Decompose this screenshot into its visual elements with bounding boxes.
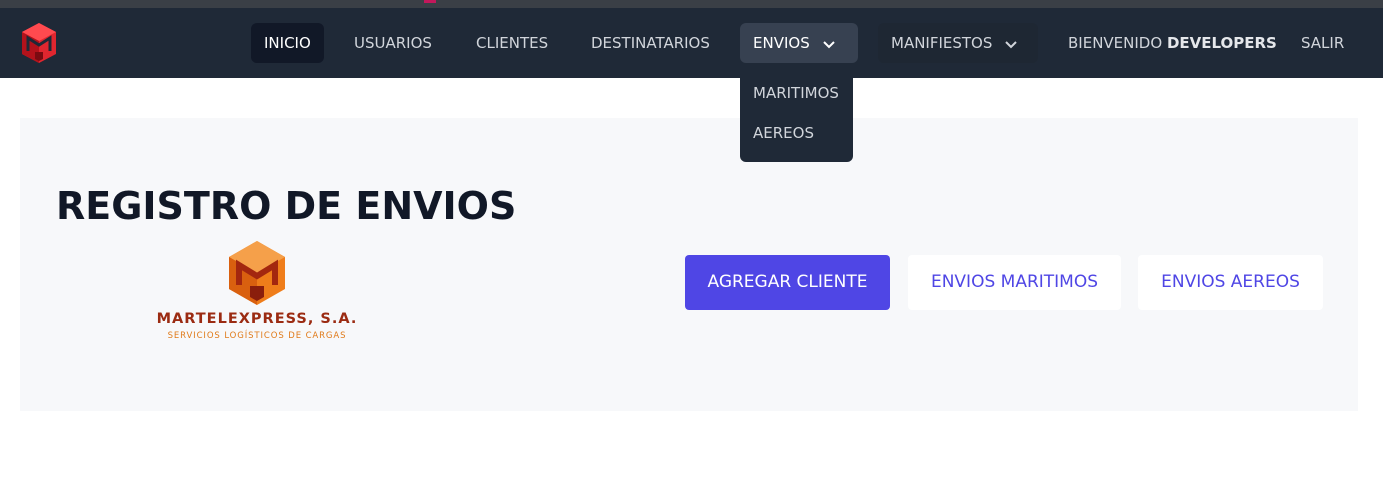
martel-brand-mark-icon	[228, 240, 286, 306]
martel-logo-icon[interactable]	[20, 21, 58, 65]
logout-link[interactable]: SALIR	[1288, 23, 1357, 63]
dropdown-item-aereos[interactable]: AEREOS	[753, 121, 814, 145]
browser-top-strip	[0, 0, 1383, 8]
add-client-button[interactable]: AGREGAR CLIENTE	[685, 255, 890, 310]
nav-envios[interactable]: ENVIOS	[740, 23, 858, 63]
welcome-user: DEVELOPERS	[1166, 34, 1277, 52]
nav-destinatarios[interactable]: DESTINATARIOS	[578, 23, 723, 63]
nav-envios-label: ENVIOS	[753, 34, 810, 52]
page-title: REGISTRO DE ENVIOS	[56, 184, 517, 228]
dropdown-item-maritimos[interactable]: MARITIMOS	[753, 81, 839, 105]
nav-usuarios[interactable]: USUARIOS	[341, 23, 445, 63]
air-shipments-button[interactable]: ENVIOS AEREOS	[1138, 255, 1323, 310]
chevron-down-icon	[1005, 24, 1017, 64]
chevron-down-icon	[822, 24, 835, 64]
envios-dropdown-menu: MARITIMOS AEREOS	[740, 73, 853, 162]
nav-clientes[interactable]: CLIENTES	[463, 23, 561, 63]
nav-manifiestos[interactable]: MANIFIESTOS	[878, 23, 1038, 63]
brand-name: MARTELEXPRESS, S.A.	[156, 311, 358, 327]
maritime-shipments-button[interactable]: ENVIOS MARITIMOS	[908, 255, 1121, 310]
nav-inicio[interactable]: INICIO	[251, 23, 324, 63]
welcome-prefix: BIENVENIDO	[1068, 34, 1163, 52]
top-navbar: INICIO USUARIOS CLIENTES DESTINATARIOS E…	[0, 8, 1383, 78]
nav-manifiestos-label: MANIFIESTOS	[891, 34, 993, 52]
welcome-text: BIENVENIDO DEVELOPERS	[1068, 23, 1277, 63]
brand-tagline: SERVICIOS LOGÍSTICOS DE CARGAS	[167, 331, 347, 341]
